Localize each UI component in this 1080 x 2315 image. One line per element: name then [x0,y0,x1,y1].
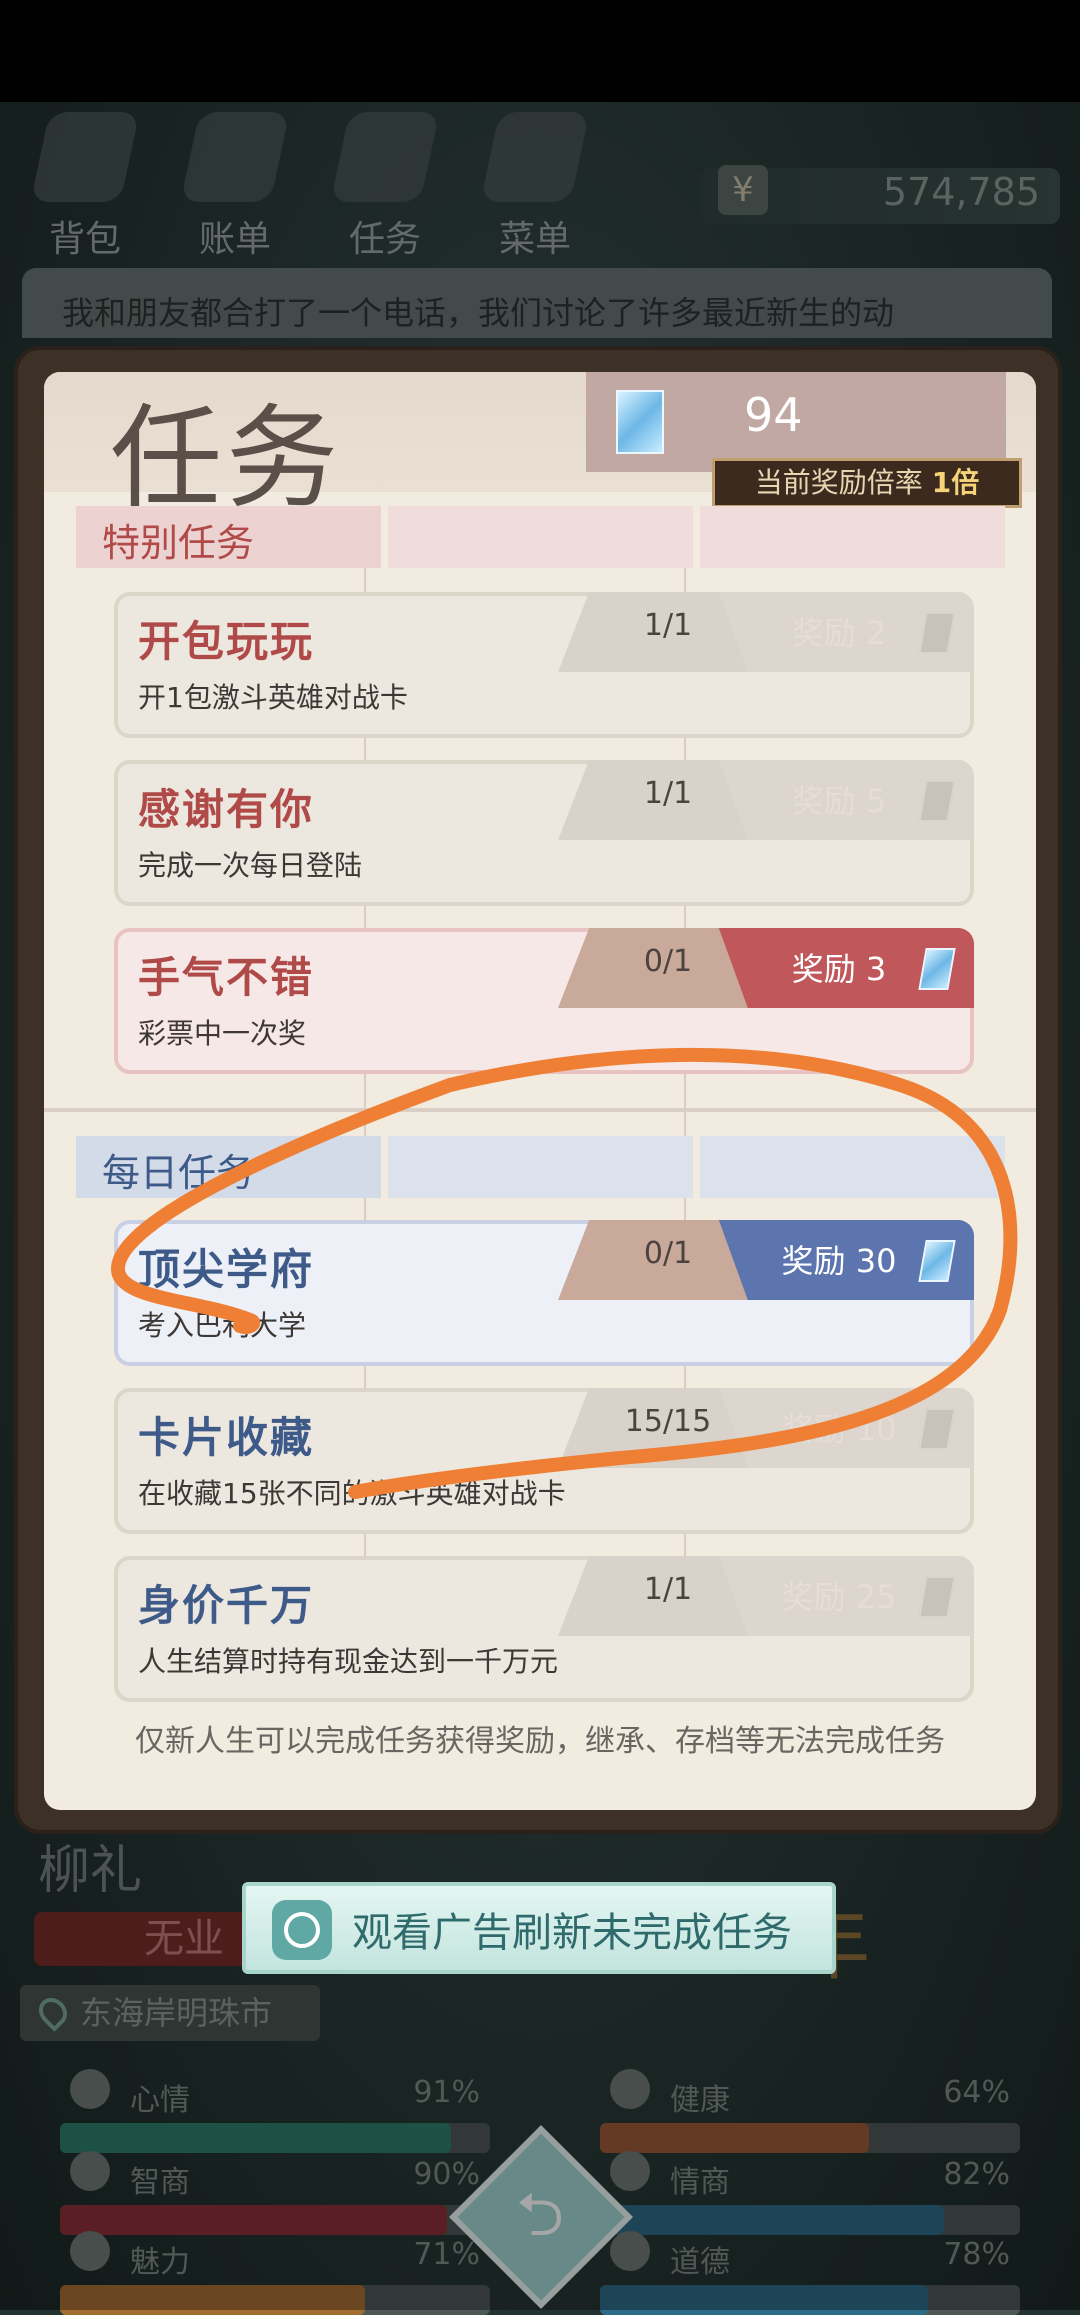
daily-title: 每日任务 [102,1151,255,1195]
ticket-count: 94 [744,388,803,442]
special-title: 特别任务 [102,521,255,565]
reward-text: 奖励 10 [781,1410,897,1448]
reward-button[interactable]: 奖励 30 [684,1220,974,1300]
reward-text: 奖励 5 [791,782,887,820]
task-desc: 开1包激斗英雄对战卡 [138,681,408,714]
task-desc: 彩票中一次奖 [138,1017,307,1050]
task-item-shenjia[interactable]: 身价千万 人生结算时持有现金达到一千万元 1/1 奖励 25 [114,1556,974,1702]
task-item-dingjian[interactable]: 顶尖学府 考入巴利大学 0/1 奖励 30 [114,1220,974,1366]
task-item-shouqi[interactable]: 手气不错 彩票中一次奖 0/1 奖励 3 [114,928,974,1074]
reward-text: 奖励 3 [791,950,887,988]
task-name: 顶尖学府 [138,1245,315,1294]
tab-special[interactable]: 特别任务 [76,506,381,568]
reward-text: 奖励 30 [781,1242,897,1280]
task-desc: 在收藏15张不同的激斗英雄对战卡 [138,1477,566,1510]
ticket-gem-icon [616,390,664,454]
task-name: 卡片收藏 [138,1413,315,1462]
reward-multiplier: 当前奖励倍率 1倍 [712,458,1022,508]
reward-button[interactable]: 奖励 10 [684,1388,974,1468]
reward-text: 奖励 2 [791,614,887,652]
status-bar [0,0,1080,102]
reward-button[interactable]: 奖励 25 [684,1556,974,1636]
task-desc: 完成一次每日登陆 [138,849,363,882]
video-play-icon [272,1900,332,1960]
daily-tabs: 每日任务 [76,1136,1006,1198]
task-name: 手气不错 [138,953,315,1002]
footnote: 仅新人生可以完成任务获得奖励，继承、存档等无法完成任务 [135,1724,945,1759]
task-item-ganxie[interactable]: 感谢有你 完成一次每日登陆 1/1 奖励 5 [114,760,974,906]
reward-text: 奖励 25 [781,1578,897,1616]
reward-button[interactable]: 奖励 5 [684,760,974,840]
task-name: 身价千万 [138,1581,315,1630]
special-tabs: 特别任务 [76,506,1006,568]
multiplier-value: 1倍 [931,466,980,499]
tab-empty [388,1136,693,1198]
task-desc: 考入巴利大学 [138,1309,307,1342]
task-name: 开包玩玩 [138,617,315,666]
task-desc: 人生结算时持有现金达到一千万元 [138,1645,559,1678]
section-divider [44,1108,1036,1112]
multiplier-label: 当前奖励倍率 [754,466,923,499]
task-item-kaibao[interactable]: 开包玩玩 开1包激斗英雄对战卡 1/1 奖励 2 [114,592,974,738]
task-item-kapian[interactable]: 卡片收藏 在收藏15张不同的激斗英雄对战卡 15/15 奖励 10 [114,1388,974,1534]
tab-empty [700,506,1005,568]
tab-empty [700,1136,1005,1198]
tab-daily[interactable]: 每日任务 [76,1136,381,1198]
reward-button[interactable]: 奖励 3 [684,928,974,1008]
task-name: 感谢有你 [138,785,315,834]
reward-button[interactable]: 奖励 2 [684,592,974,672]
watch-ad-label: 观看广告刷新未完成任务 [352,1910,792,1956]
tab-empty [388,506,693,568]
task-panel: 任务 94 当前奖励倍率 1倍 特别任务 开包玩玩 开1包激斗英雄对战卡 1/1… [44,372,1036,1810]
